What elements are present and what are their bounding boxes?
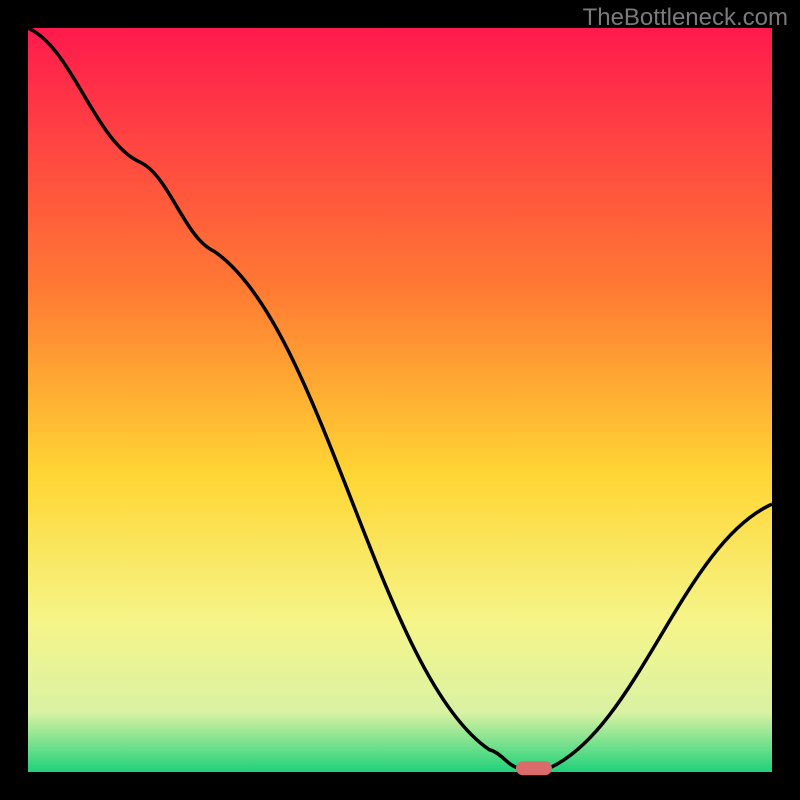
watermark-text: TheBottleneck.com xyxy=(583,4,788,32)
chart-svg xyxy=(0,0,800,800)
gradient-background xyxy=(28,28,772,772)
optimal-marker xyxy=(516,761,552,775)
bottleneck-chart: TheBottleneck.com xyxy=(0,0,800,800)
